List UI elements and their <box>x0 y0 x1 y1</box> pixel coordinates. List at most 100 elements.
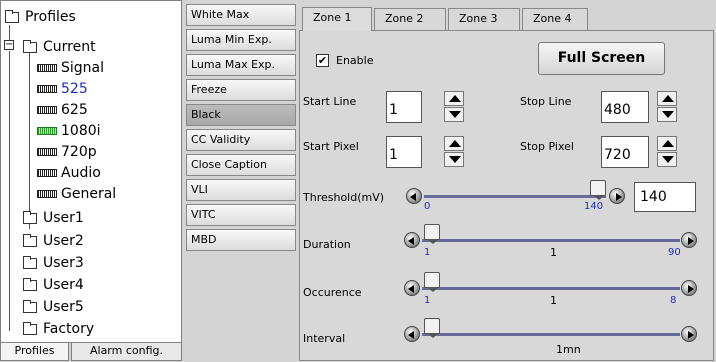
duration-track[interactable] <box>422 239 680 242</box>
category-black[interactable]: Black <box>186 104 296 126</box>
tree-item-user1[interactable]: User1 <box>23 208 84 228</box>
interval-thumb[interactable] <box>424 318 440 338</box>
slider-right-icon[interactable] <box>681 232 697 248</box>
occurence-label: Occurence <box>303 286 362 299</box>
tree-item-signal[interactable]: Signal <box>37 58 104 78</box>
slider-left-icon[interactable] <box>404 326 420 342</box>
slider-left-icon[interactable] <box>404 232 420 248</box>
stop-pixel-input[interactable]: 720 <box>601 136 649 168</box>
increment-icon[interactable] <box>657 91 677 106</box>
tab-profiles[interactable]: Profiles <box>0 343 69 361</box>
increment-icon[interactable] <box>444 91 464 106</box>
tree-item-general[interactable]: General <box>37 184 116 204</box>
category-luma-max-exp[interactable]: Luma Max Exp. <box>186 54 296 76</box>
tree-item-profiles[interactable]: Profiles <box>5 7 76 27</box>
folder-icon <box>23 233 37 247</box>
increment-icon[interactable] <box>444 136 464 151</box>
device-icon <box>37 148 57 156</box>
threshold-track[interactable] <box>424 195 606 198</box>
stop-pixel-label: Stop Pixel <box>520 140 574 153</box>
stop-line-input[interactable]: 480 <box>601 91 649 123</box>
interval-track[interactable] <box>422 333 680 336</box>
slider-left-icon[interactable] <box>404 280 420 296</box>
enable-checkbox[interactable]: ✔ <box>316 54 329 67</box>
duration-max: 90 <box>668 247 681 258</box>
tree-item-625[interactable]: 625 <box>37 100 88 120</box>
tree-item-user5[interactable]: User5 <box>23 297 84 317</box>
decrement-icon[interactable] <box>657 152 677 167</box>
tree-item-user3[interactable]: User3 <box>23 253 84 273</box>
device-active-icon <box>37 127 57 135</box>
threshold-input[interactable]: 140 <box>634 182 696 212</box>
slider-right-icon[interactable] <box>681 280 697 296</box>
folder-icon <box>23 255 37 269</box>
tab-zone-1[interactable]: Zone 1 <box>302 7 372 31</box>
full-screen-button[interactable]: Full Screen <box>538 42 665 75</box>
folder-icon <box>23 39 37 53</box>
stop-line-spinner <box>657 91 677 123</box>
enable-label: Enable <box>336 54 374 67</box>
decrement-icon[interactable] <box>444 107 464 122</box>
tree-item-factory[interactable]: Factory <box>23 319 94 339</box>
start-pixel-label: Start Pixel <box>303 140 359 153</box>
category-cc-validity[interactable]: CC Validity <box>186 129 296 151</box>
start-line-input[interactable]: 1 <box>386 91 422 123</box>
category-luma-min-exp[interactable]: Luma Min Exp. <box>186 29 296 51</box>
tree-item-audio[interactable]: Audio <box>37 163 101 183</box>
folder-icon <box>23 299 37 313</box>
tree-item-user2[interactable]: User2 <box>23 231 84 251</box>
stop-pixel-spinner <box>657 136 677 168</box>
category-white-max[interactable]: White Max <box>186 4 296 26</box>
category-freeze[interactable]: Freeze <box>186 79 296 101</box>
occurence-track[interactable] <box>422 287 680 290</box>
folder-icon <box>23 210 37 224</box>
start-pixel-spinner <box>444 136 464 168</box>
device-icon <box>37 85 57 93</box>
occurence-thumb[interactable] <box>424 272 440 292</box>
duration-value: 1 <box>550 246 557 259</box>
decrement-icon[interactable] <box>657 107 677 122</box>
tree-item-user4[interactable]: User4 <box>23 275 84 295</box>
device-icon <box>37 190 57 198</box>
decrement-icon[interactable] <box>444 152 464 167</box>
duration-min: 1 <box>424 247 431 258</box>
category-vitc[interactable]: VITC <box>186 204 296 226</box>
tree-item-720p[interactable]: 720p <box>37 142 97 162</box>
tab-alarm-config[interactable]: Alarm config. <box>71 343 182 361</box>
tree-item-current[interactable]: Current <box>23 37 96 57</box>
device-icon <box>37 169 57 177</box>
collapse-icon[interactable]: − <box>4 40 14 50</box>
occurence-max: 8 <box>670 295 677 306</box>
slider-left-icon[interactable] <box>406 188 422 204</box>
start-line-label: Start Line <box>303 95 357 108</box>
slider-right-icon[interactable] <box>681 326 697 342</box>
tree-item-1080i[interactable]: 1080i <box>37 121 101 141</box>
tree-line <box>29 53 30 229</box>
threshold-current: 140 <box>584 201 604 212</box>
threshold-thumb[interactable] <box>590 180 606 200</box>
folder-icon <box>5 9 19 23</box>
start-pixel-input[interactable]: 1 <box>386 136 422 168</box>
interval-value: 1mn <box>556 343 581 356</box>
threshold-label: Threshold(mV) <box>303 191 385 204</box>
tree-item-525[interactable]: 525 <box>37 79 88 99</box>
folder-icon <box>23 277 37 291</box>
tab-zone-3[interactable]: Zone 3 <box>448 8 520 30</box>
occurence-min: 1 <box>424 295 431 306</box>
category-close-caption[interactable]: Close Caption <box>186 154 296 176</box>
increment-icon[interactable] <box>657 136 677 151</box>
profile-tree: Profiles − Current Signal 525 625 1080i … <box>0 0 182 343</box>
tab-zone-4[interactable]: Zone 4 <box>522 8 588 30</box>
category-mbd[interactable]: MBD <box>186 229 296 251</box>
tab-zone-2[interactable]: Zone 2 <box>374 8 446 30</box>
stop-line-label: Stop Line <box>520 95 572 108</box>
category-list: White Max Luma Min Exp. Luma Max Exp. Fr… <box>186 4 296 254</box>
occurence-value: 1 <box>550 294 557 307</box>
interval-label: Interval <box>303 332 346 345</box>
category-vli[interactable]: VLI <box>186 179 296 201</box>
folder-icon <box>23 321 37 335</box>
device-icon <box>37 106 57 114</box>
threshold-min: 0 <box>424 201 431 212</box>
slider-right-icon[interactable] <box>609 188 625 204</box>
duration-thumb[interactable] <box>424 224 440 244</box>
